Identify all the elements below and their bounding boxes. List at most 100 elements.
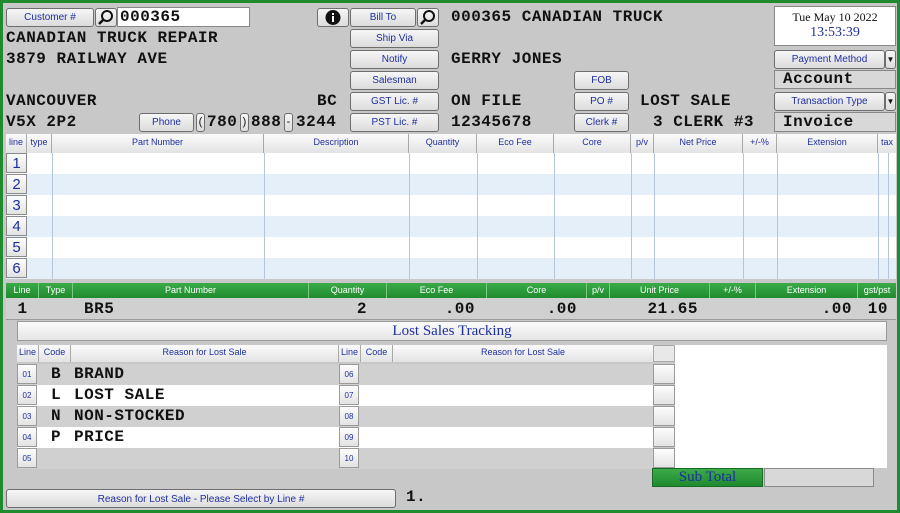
bill-to-button[interactable]: Bill To (350, 8, 416, 27)
lost-line-number[interactable]: 06 (339, 364, 359, 384)
col-discount: +/-% (743, 134, 777, 153)
lost-line-number[interactable]: 10 (339, 448, 359, 468)
list-item[interactable]: 10 (339, 448, 653, 469)
column-divider (878, 153, 879, 279)
phone-line-number[interactable]: 3244 (296, 113, 336, 131)
pst-license-button[interactable]: PST Lic. # (350, 113, 439, 132)
lost-line-number[interactable]: 09 (339, 427, 359, 447)
list-item[interactable]: 06 (339, 364, 653, 385)
search-icon (98, 10, 113, 25)
date-time-panel: Tue May 10 2022 13:53:39 (774, 6, 896, 46)
col-description: Description (264, 134, 409, 153)
lost-row-select-button[interactable] (653, 385, 675, 405)
col-core: Core (554, 134, 631, 153)
table-row[interactable]: 2 (6, 174, 896, 195)
lost-line-number[interactable]: 03 (17, 406, 37, 426)
list-item[interactable]: 01 B BRAND (17, 364, 339, 385)
detail-part-number[interactable]: BR5 (84, 300, 114, 318)
detail-col-unit-price: Unit Price (610, 283, 710, 298)
row-line-number[interactable]: 2 (6, 174, 27, 194)
row-line-number[interactable]: 5 (6, 237, 27, 257)
list-item[interactable]: 09 (339, 427, 653, 448)
row-line-number[interactable]: 4 (6, 216, 27, 236)
transaction-type-value[interactable]: Invoice (774, 112, 896, 132)
phone-prefix[interactable]: 888 (251, 113, 281, 131)
table-row[interactable]: 4 (6, 216, 896, 237)
col-tax: tax (880, 137, 893, 147)
lost-line-number[interactable]: 07 (339, 385, 359, 405)
gst-license-button[interactable]: GST Lic. # (350, 92, 439, 111)
list-item[interactable]: 02 L LOST SALE (17, 385, 339, 406)
lost-sale-prompt-label: Reason for Lost Sale - Please Select by … (6, 489, 396, 508)
row-line-number[interactable]: 3 (6, 195, 27, 215)
list-item[interactable]: 04 P PRICE (17, 427, 339, 448)
lost-header-spacer (653, 345, 675, 362)
items-table-body: 1 2 3 4 5 6 (6, 153, 896, 279)
table-row[interactable]: 5 (6, 237, 896, 258)
lost-col-reason-right: Reason for Lost Sale (480, 347, 566, 357)
lost-col-code-right: Code (361, 345, 393, 362)
col-pv: p/v (631, 134, 654, 153)
customer-search-button[interactable] (95, 8, 117, 27)
column-divider (52, 153, 53, 279)
lost-row-select-button[interactable] (653, 448, 675, 468)
lost-sales-title: Lost Sales Tracking (17, 321, 887, 341)
lost-line-number[interactable]: 08 (339, 406, 359, 426)
pst-value: 12345678 (451, 113, 532, 131)
col-line: line (6, 134, 27, 153)
notify-button[interactable]: Notify (350, 50, 439, 69)
list-item[interactable]: 07 (339, 385, 653, 406)
row-line-number[interactable]: 6 (6, 258, 27, 278)
table-row[interactable]: 6 (6, 258, 896, 279)
info-button[interactable] (317, 8, 349, 27)
lost-line-number[interactable]: 05 (17, 448, 37, 468)
chevron-down-icon: ▼ (886, 55, 895, 64)
table-row[interactable]: 1 (6, 153, 896, 174)
detail-unit-price[interactable]: 21.65 (610, 300, 698, 318)
payment-method-button[interactable]: Payment Method (774, 50, 885, 69)
clerk-value: 3 CLERK #3 (653, 113, 755, 131)
phone-dash: - (284, 113, 293, 132)
bill-to-search-button[interactable] (417, 8, 439, 27)
list-item[interactable]: 05 (17, 448, 339, 469)
po-number-button[interactable]: PO # (574, 92, 629, 111)
phone-button[interactable]: Phone (139, 113, 194, 132)
customer-number-field[interactable]: 000365 (117, 7, 250, 27)
detail-eco-fee[interactable]: .00 (387, 300, 475, 318)
lost-row-select-button[interactable] (653, 406, 675, 426)
lost-sales-header: Line Code Reason for Lost Sale Line Code… (17, 345, 653, 362)
detail-quantity[interactable]: 2 (309, 300, 367, 318)
lost-line-number[interactable]: 01 (17, 364, 37, 384)
payment-method-dropdown[interactable]: ▼ (885, 50, 896, 69)
salesman-button[interactable]: Salesman (350, 71, 439, 90)
transaction-type-dropdown[interactable]: ▼ (885, 92, 896, 111)
lost-sales-blank-panel (675, 345, 887, 468)
table-row[interactable]: 3 (6, 195, 896, 216)
customer-city: VANCOUVER (6, 92, 97, 110)
payment-method-value[interactable]: Account (774, 70, 896, 89)
bill-to-value: 000365 CANADIAN TRUCK (451, 8, 664, 26)
detail-col-eco-fee: Eco Fee (387, 283, 487, 298)
lost-line-number[interactable]: 02 (17, 385, 37, 405)
clerk-number-button[interactable]: Clerk # (574, 113, 629, 132)
list-item[interactable]: 03 N NON-STOCKED (17, 406, 339, 427)
transaction-type-button[interactable]: Transaction Type (774, 92, 885, 111)
lost-code: L (51, 386, 62, 404)
row-line-number[interactable]: 1 (6, 153, 27, 173)
lost-line-number[interactable]: 04 (17, 427, 37, 447)
detail-core[interactable]: .00 (487, 300, 577, 318)
list-item[interactable]: 08 (339, 406, 653, 427)
detail-extension: .00 (821, 300, 852, 318)
items-table-header: line type Part Number Description Quanti… (6, 134, 896, 153)
lost-code: B (51, 365, 62, 383)
detail-col-part-number: Part Number (73, 283, 309, 298)
lost-sale-prompt-input[interactable]: 1. (406, 488, 426, 506)
fob-button[interactable]: FOB (574, 71, 629, 90)
lost-row-select-button[interactable] (653, 364, 675, 384)
phone-area-code[interactable]: 780 (207, 113, 237, 131)
customer-number-button[interactable]: Customer # (6, 8, 94, 27)
ship-via-button[interactable]: Ship Via (350, 29, 439, 48)
detail-gst-pst[interactable]: 10 (858, 300, 888, 318)
lost-row-select-button[interactable] (653, 427, 675, 447)
detail-row[interactable]: 1 BR5 2 .00 .00 21.65 .00 10 (6, 298, 896, 320)
